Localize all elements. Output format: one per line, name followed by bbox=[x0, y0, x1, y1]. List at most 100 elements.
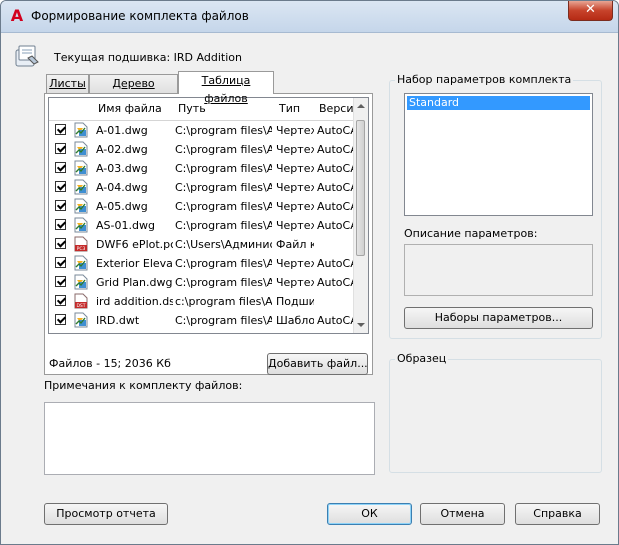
table-row[interactable]: PC3 DWF6 ePlot.pc3C:\Users\Админист Файл к bbox=[49, 235, 356, 254]
file-table-panel: Имя файла Путь Тип Версия A-01.dwg C:\pro… bbox=[44, 93, 373, 375]
ok-button-label: ОК bbox=[361, 507, 378, 520]
add-file-button[interactable]: Добавить файл... bbox=[267, 353, 368, 375]
tab-sheets[interactable]: Листы bbox=[46, 74, 89, 93]
param-sets-button-label: Наборы параметров... bbox=[434, 311, 563, 324]
scroll-thumb[interactable] bbox=[356, 120, 365, 256]
cancel-button[interactable]: Отмена bbox=[420, 503, 505, 525]
table-row[interactable]: A-03.dwg C:\program files\Aut ЧертежAutoCA… bbox=[49, 159, 357, 178]
scroll-down-icon[interactable] bbox=[357, 323, 365, 327]
dwg-file-icon bbox=[73, 179, 89, 195]
dwg-file-icon bbox=[73, 255, 89, 271]
row-checkbox[interactable] bbox=[55, 181, 66, 192]
row-checkbox[interactable] bbox=[55, 200, 66, 211]
dwg-file-icon bbox=[73, 160, 89, 176]
tab-file-table[interactable]: Таблица файлов bbox=[178, 71, 274, 105]
cell-path: c:\program files\Aut bbox=[175, 295, 272, 308]
preview-group: Образец bbox=[389, 352, 602, 473]
param-set-item-standard[interactable]: Standard bbox=[407, 96, 590, 110]
cancel-button-label: Отмена bbox=[440, 507, 485, 520]
cell-path: C:\program files\Aut bbox=[175, 181, 272, 194]
cell-type: Чертеж bbox=[276, 162, 314, 175]
notes-textarea[interactable] bbox=[44, 402, 375, 475]
cell-file-name: IRD.dwt bbox=[96, 314, 140, 327]
row-checkbox[interactable] bbox=[55, 295, 66, 306]
table-row[interactable]: A-05.dwg C:\program files\Aut ЧертежAutoCA… bbox=[49, 197, 357, 216]
tab-file-tree[interactable]: Дерево файлов bbox=[89, 74, 178, 108]
dwg-file-icon bbox=[73, 274, 89, 290]
dwg-file-icon bbox=[73, 141, 89, 157]
pc3-file-icon: PC3 bbox=[73, 236, 89, 252]
table-row[interactable]: AS-01.dwg C:\program files\Aut ЧертежAutoC… bbox=[49, 216, 357, 235]
table-row[interactable]: Exterior ElevationC:\program files\Aut Че… bbox=[49, 254, 357, 273]
row-checkbox[interactable] bbox=[55, 276, 66, 287]
row-checkbox[interactable] bbox=[55, 314, 66, 325]
column-header-name[interactable]: Имя файла bbox=[98, 102, 162, 115]
cell-file-name: AS-01.dwg bbox=[96, 219, 155, 232]
cell-version: AutoCAD bbox=[317, 200, 357, 213]
param-sets-button[interactable]: Наборы параметров... bbox=[404, 307, 593, 329]
notes-label: Примечания к комплекту файлов: bbox=[44, 379, 243, 392]
table-row[interactable]: Grid Plan.dwgC:\program files\Aut ЧертежA… bbox=[49, 273, 357, 292]
view-report-button[interactable]: Просмотр отчета bbox=[44, 503, 168, 525]
table-row[interactable]: A-01.dwg C:\program files\Aut ЧертежAutoCA… bbox=[49, 121, 357, 140]
cell-version: AutoCAD bbox=[317, 314, 357, 327]
ok-button[interactable]: ОК bbox=[327, 503, 412, 525]
help-button[interactable]: Справка bbox=[515, 503, 600, 525]
row-checkbox[interactable] bbox=[55, 219, 66, 230]
row-checkbox[interactable] bbox=[55, 162, 66, 173]
autocad-a-icon: A bbox=[10, 6, 24, 25]
dwg-file-icon bbox=[73, 312, 89, 328]
cell-path: C:\program files\Aut bbox=[175, 200, 272, 213]
row-checkbox[interactable] bbox=[55, 257, 66, 268]
column-header-type[interactable]: Тип bbox=[279, 102, 300, 115]
row-checkbox[interactable] bbox=[55, 124, 66, 135]
cell-type: Подши bbox=[276, 295, 314, 308]
sheet-set-binder-icon bbox=[15, 45, 39, 67]
table-row[interactable]: DST ird addition.dstc:\program files\Aut П… bbox=[49, 292, 356, 311]
preview-group-title: Образец bbox=[395, 352, 449, 365]
cell-version: AutoCAD bbox=[317, 162, 357, 175]
cell-type: Чертеж bbox=[276, 276, 314, 289]
cell-file-name: A-05.dwg bbox=[96, 200, 148, 213]
cell-type: Чертеж bbox=[276, 143, 314, 156]
param-description-label: Описание параметров: bbox=[404, 227, 538, 240]
cell-file-name: ird addition.dst bbox=[96, 295, 173, 308]
cell-path: C:\program files\Aut bbox=[175, 276, 272, 289]
cell-path: C:\program files\Aut bbox=[175, 257, 272, 270]
window-title: Формирование комплекта файлов bbox=[31, 9, 249, 23]
cell-path: C:\program files\Aut bbox=[175, 219, 272, 232]
cell-type: Чертеж bbox=[276, 219, 314, 232]
cell-type: Чертеж bbox=[276, 257, 314, 270]
table-row[interactable]: A-02.dwg C:\program files\Aut ЧертежAutoCA… bbox=[49, 140, 357, 159]
file-table[interactable]: Имя файла Путь Тип Версия A-01.dwg C:\pro… bbox=[48, 97, 369, 334]
vertical-scrollbar[interactable] bbox=[353, 98, 368, 333]
table-row[interactable]: IRD.dwt C:\program files\Aut ШаблонAutoCAD bbox=[49, 311, 357, 330]
cell-version: AutoCAD bbox=[317, 257, 357, 270]
cell-type: Файл к bbox=[276, 238, 314, 251]
file-count-label: Файлов - 15; 2036 Кб bbox=[49, 357, 171, 370]
title-bar[interactable]: A Формирование комплекта файлов ✕ bbox=[1, 1, 618, 33]
cell-type: Чертеж bbox=[276, 181, 314, 194]
row-checkbox[interactable] bbox=[55, 143, 66, 154]
dialog-window: A Формирование комплекта файлов ✕ Текуща… bbox=[0, 0, 619, 545]
cell-path: C:\program files\Aut bbox=[175, 314, 272, 327]
param-set-list[interactable]: Standard bbox=[404, 93, 593, 216]
tab-sheets-label: Листы bbox=[49, 77, 86, 90]
close-button[interactable]: ✕ bbox=[568, 1, 613, 21]
current-sheet-set-label: Текущая подшивка: IRD Addition bbox=[54, 51, 242, 64]
column-header-path[interactable]: Путь bbox=[178, 102, 206, 115]
cell-file-name: Grid Plan.dwg bbox=[96, 276, 173, 289]
table-row[interactable]: A-04.dwg C:\program files\Aut ЧертежAutoCA… bbox=[49, 178, 357, 197]
dwg-file-icon bbox=[73, 198, 89, 214]
help-button-label: Справка bbox=[533, 507, 582, 520]
cell-version: AutoCAD bbox=[317, 276, 357, 289]
cell-file-name: A-03.dwg bbox=[96, 162, 148, 175]
cell-file-name: A-04.dwg bbox=[96, 181, 148, 194]
scroll-up-icon[interactable] bbox=[357, 104, 365, 108]
dwg-file-icon bbox=[73, 217, 89, 233]
cell-type: Чертеж bbox=[276, 200, 314, 213]
cell-type: Чертеж bbox=[276, 124, 314, 137]
cell-file-name: A-01.dwg bbox=[96, 124, 148, 137]
cell-file-name: Exterior Elevation bbox=[96, 257, 173, 270]
row-checkbox[interactable] bbox=[55, 238, 66, 249]
